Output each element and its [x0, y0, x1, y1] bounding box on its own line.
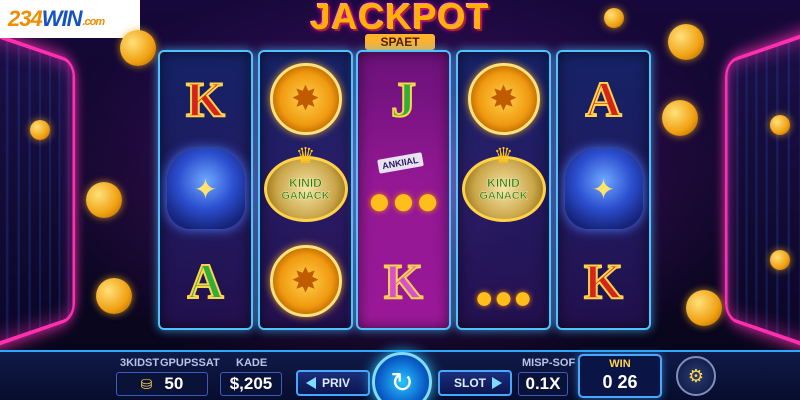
- left-label: 3KIDST: [120, 357, 160, 369]
- bet-value-text: 50: [164, 374, 184, 393]
- jackpot-subtitle: SPAET: [365, 34, 435, 50]
- floating-coin-icon: [120, 30, 156, 66]
- win-panel: WIN 0 26: [578, 354, 662, 398]
- floating-coin-icon: [770, 115, 790, 135]
- balance-value: $,205: [220, 372, 282, 396]
- reel-4-symbol-middle: ♛ KINID GANACK: [458, 143, 549, 234]
- next-button[interactable]: SLOT: [438, 370, 512, 396]
- gold-medallion-icon: ✸: [269, 63, 342, 135]
- crown-icon: ♛: [493, 143, 514, 168]
- spin-icon: ↻: [390, 366, 414, 398]
- multiplier-value[interactable]: 0.1X: [518, 372, 568, 396]
- reel-4-symbol-top: ✸: [458, 54, 549, 144]
- prev-button[interactable]: PRIV: [296, 370, 370, 396]
- prev-button-label: PRIV: [322, 376, 351, 390]
- reel-1-symbol-bottom: A: [160, 236, 251, 326]
- multiplier-label: MISP-SOF: [522, 357, 576, 369]
- reel-3-symbol-top: J: [358, 54, 449, 144]
- win-label: WIN: [609, 358, 631, 370]
- left-neon-tunnel: [0, 10, 75, 370]
- gear-icon: ⚙: [687, 365, 705, 386]
- reel-2-symbol-middle: ♛ KINID GANACK: [260, 143, 351, 234]
- reel-5-symbol-bottom: K: [558, 236, 649, 326]
- floating-coin-icon: [96, 278, 132, 314]
- badge-line-1: KINID: [487, 176, 520, 190]
- reel-5-symbol-middle: ✦: [558, 144, 649, 234]
- settings-button[interactable]: ⚙: [676, 356, 716, 396]
- right-neon-tunnel: [725, 10, 800, 370]
- coin-pile-icon: ●●●: [474, 279, 533, 315]
- badge-line-2: GANACK: [479, 190, 528, 202]
- reel-4: ✸ ♛ KINID GANACK ●●●: [456, 50, 551, 330]
- floating-coin-icon: [662, 100, 698, 136]
- floating-coin-icon: [604, 8, 624, 28]
- letter-a-symbol: A: [186, 252, 224, 310]
- reel-1-symbol-top: K: [160, 54, 251, 144]
- reel-5: A ✦ K: [556, 50, 651, 330]
- crown-icon: ♛: [295, 143, 316, 168]
- reel-3-symbol-middle: ANKIIAL ●●●: [358, 144, 449, 234]
- balance-label: KADE: [236, 357, 268, 369]
- floating-coin-icon: [30, 120, 50, 140]
- logo-brand: WIN: [41, 6, 83, 31]
- letter-k-symbol: K: [185, 70, 226, 128]
- badge-line-2: GANACK: [281, 190, 330, 202]
- reel-3-symbol-bottom: K: [358, 236, 449, 326]
- gold-medallion-icon: ✸: [467, 63, 540, 135]
- king-badge-icon: ♛ KINID GANACK: [461, 143, 546, 222]
- win-value: 0 26: [602, 372, 638, 392]
- arrow-left-icon: [306, 377, 316, 389]
- reel-2-symbol-bottom: ✸: [260, 236, 351, 326]
- letter-k-symbol: K: [583, 252, 624, 310]
- letter-k-symbol: K: [383, 252, 424, 310]
- coin-pile-icon: ANKIIAL ●●●: [364, 152, 444, 224]
- reel-2: ✸ ♛ KINID GANACK ✸: [258, 50, 353, 330]
- floating-coin-icon: [86, 182, 122, 218]
- slot-game-screen: 234 WIN .com JACKPOT SPAET K ✦ A ✸ ♛ KIN…: [0, 0, 800, 400]
- floating-coin-icon: [770, 250, 790, 270]
- reel-5-symbol-top: A: [558, 54, 649, 144]
- arrow-right-icon: [492, 377, 502, 389]
- next-button-label: SLOT: [454, 376, 486, 390]
- logo-number: 234: [8, 6, 43, 31]
- bet-value[interactable]: ⛁ 50: [116, 372, 208, 396]
- reel-1-symbol-middle: ✦: [160, 144, 251, 234]
- coin-pile-sign: ANKIIAL: [376, 152, 423, 174]
- badge-line-1: KINID: [289, 176, 322, 190]
- reel-1: K ✦ A: [158, 50, 253, 330]
- bet-label: GPUPSSAT: [160, 357, 220, 369]
- logo-tld: .com: [82, 16, 105, 28]
- king-badge-icon: ♛ KINID GANACK: [263, 143, 348, 222]
- bet-coin-icon: ⛁: [140, 375, 153, 392]
- letter-a-symbol: A: [584, 70, 622, 128]
- blue-beast-icon: ✦: [166, 149, 245, 229]
- floating-coin-icon: [686, 290, 722, 326]
- reel-3: J ANKIIAL ●●● K: [356, 50, 451, 330]
- reel-2-symbol-top: ✸: [260, 54, 351, 144]
- reel-4-symbol-bottom: ●●●: [458, 236, 549, 326]
- gold-medallion-icon: ✸: [269, 245, 342, 317]
- floating-coin-icon: [668, 24, 704, 60]
- site-logo[interactable]: 234 WIN .com: [0, 0, 140, 38]
- letter-j-symbol: J: [390, 70, 417, 128]
- blue-beast-icon: ✦: [564, 149, 643, 229]
